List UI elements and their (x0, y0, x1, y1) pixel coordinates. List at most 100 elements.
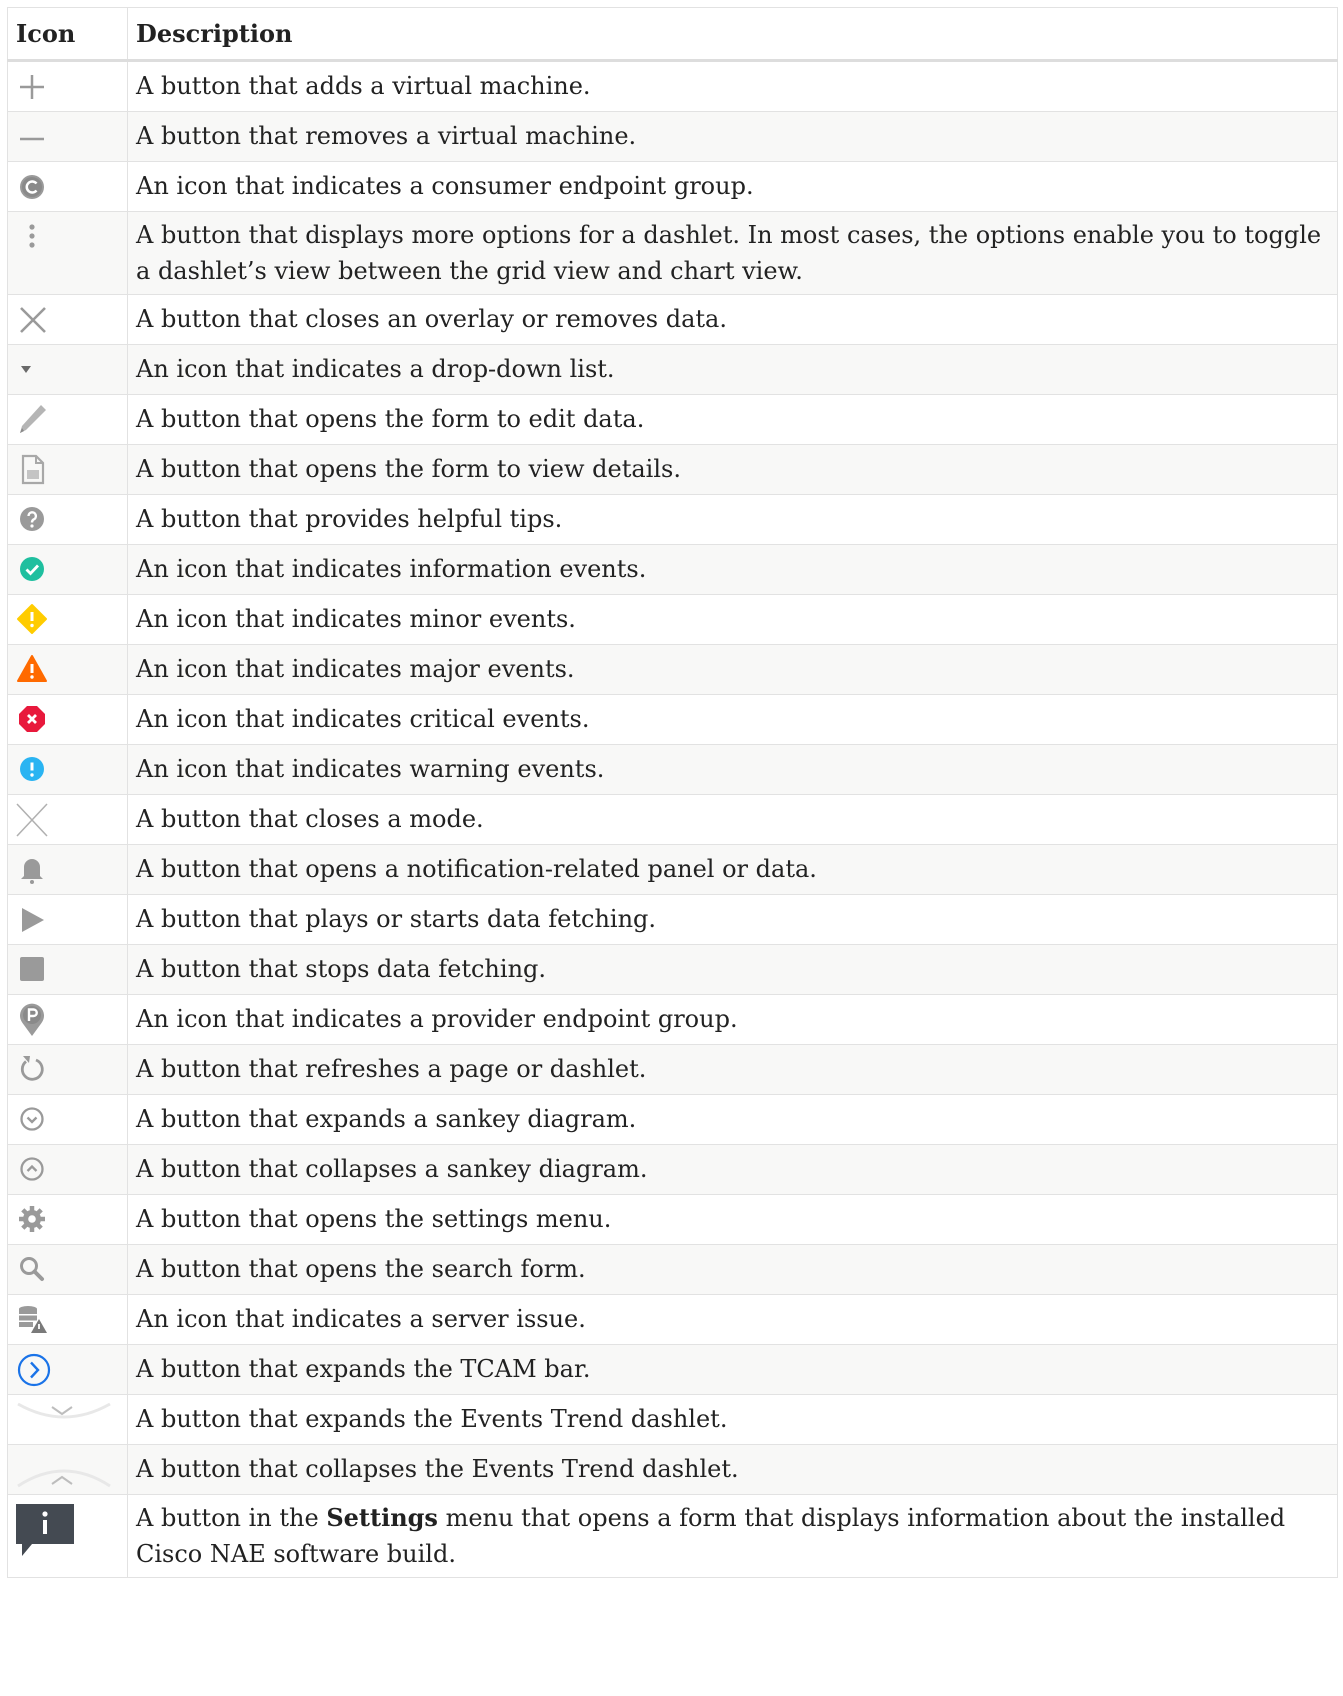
minor-diamond-icon (17, 603, 47, 634)
table-row: An icon that indicates a consumer endpoi… (7, 161, 1338, 212)
description-cell: A button that provides helpful tips. (127, 494, 1338, 545)
info-check-icon (20, 556, 44, 581)
description-cell: An icon that indicates major events. (127, 644, 1338, 695)
refresh-icon (20, 1055, 44, 1081)
search-icon (20, 1256, 44, 1281)
description-cell: An icon that indicates minor events. (127, 594, 1338, 645)
icon-cell (7, 744, 128, 795)
description-cell: A button that displays more options for … (127, 211, 1338, 295)
table-row: A button that opens the form to edit dat… (7, 394, 1338, 445)
table-row: A button that plays or starts data fetch… (7, 894, 1338, 945)
bell-icon (21, 858, 43, 884)
table-row: A button that provides helpful tips. (7, 494, 1338, 545)
description-cell: An icon that indicates a provider endpoi… (127, 994, 1338, 1045)
table-row: A button that expands a sankey diagram. (7, 1094, 1338, 1145)
icon-cell (7, 1344, 128, 1395)
server-issue-icon (19, 1305, 47, 1333)
table-row: A button that closes a mode. (7, 794, 1338, 845)
table-row: An icon that indicates warning events. (7, 744, 1338, 795)
icon-cell (7, 944, 128, 995)
table-row: An icon that indicates a drop-down list. (7, 344, 1338, 395)
icon-cell (7, 294, 128, 345)
icon-cell (7, 1194, 128, 1245)
description-cell: An icon that indicates a server issue. (127, 1294, 1338, 1345)
warning-exclamation-icon (20, 756, 44, 781)
icon-cell (7, 894, 128, 945)
description-cell: A button that expands a sankey diagram. (127, 1094, 1338, 1145)
description-cell: An icon that indicates critical events. (127, 694, 1338, 745)
table-row: A button that adds a virtual machine. (7, 60, 1338, 112)
table-row: A button that refreshes a page or dashle… (7, 1044, 1338, 1095)
table-row: An icon that indicates information event… (7, 544, 1338, 595)
description-cell: A button that removes a virtual machine. (127, 111, 1338, 162)
icon-reference-table: Icon Description A button that adds a vi… (7, 7, 1338, 1578)
icon-cell (7, 644, 128, 695)
icon-cell (7, 1494, 128, 1578)
critical-x-icon (19, 705, 45, 732)
icon-cell (7, 794, 128, 845)
description-cell: An icon that indicates a drop-down list. (127, 344, 1338, 395)
icon-cell (7, 394, 128, 445)
close-mode-icon (16, 802, 48, 837)
icon-cell (7, 1294, 128, 1345)
icon-cell (7, 161, 128, 212)
plus-icon (20, 74, 44, 99)
table-row: A button that opens a notification-relat… (7, 844, 1338, 895)
description-cell: A button that opens the form to edit dat… (127, 394, 1338, 445)
description-cell: A button that closes an overlay or remov… (127, 294, 1338, 345)
provider-pin-icon (20, 1003, 44, 1036)
table-row: A button that closes an overlay or remov… (7, 294, 1338, 345)
description-cell: A button that expands the Events Trend d… (127, 1394, 1338, 1445)
table-row: An icon that indicates critical events. (7, 694, 1338, 745)
more-options-icon (29, 224, 35, 248)
icon-cell (7, 1144, 128, 1195)
help-icon (20, 506, 44, 531)
icon-cell (7, 344, 128, 395)
column-header-description: Description (127, 7, 1338, 62)
table-row: A button that stops data fetching. (7, 944, 1338, 995)
table-row: A button that opens the form to view det… (7, 444, 1338, 495)
icon-cell (7, 111, 128, 162)
description-cell: A button that opens the form to view det… (127, 444, 1338, 495)
description-cell: A button that refreshes a page or dashle… (127, 1044, 1338, 1095)
icon-cell (7, 1094, 128, 1145)
stop-icon (20, 956, 44, 981)
table-row: A button that opens the search form. (7, 1244, 1338, 1295)
icon-cell (7, 494, 128, 545)
icon-cell (7, 1394, 128, 1445)
document-icon (21, 454, 45, 484)
collapse-circle-icon (20, 1156, 44, 1181)
table-row: An icon that indicates minor events. (7, 594, 1338, 645)
description-cell: An icon that indicates warning events. (127, 744, 1338, 795)
major-triangle-icon (17, 654, 47, 682)
expand-circle-icon (20, 1106, 44, 1131)
description-cell: An icon that indicates a consumer endpoi… (127, 161, 1338, 212)
table-row: A button in the Settings menu that opens… (7, 1494, 1338, 1578)
gear-icon (19, 1205, 45, 1232)
description-cell: A button that adds a virtual machine. (127, 60, 1338, 112)
icon-cell (7, 994, 128, 1045)
settings-menu-name: Settings (326, 1503, 438, 1532)
description-cell: A button that stops data fetching. (127, 944, 1338, 995)
icon-cell (7, 694, 128, 745)
icon-cell (7, 444, 128, 495)
column-header-icon: Icon (7, 7, 128, 62)
icon-cell (7, 544, 128, 595)
description-cell: A button in the Settings menu that opens… (127, 1494, 1338, 1578)
description-text: A button in the (136, 1504, 327, 1532)
description-cell: A button that closes a mode. (127, 794, 1338, 845)
description-cell: A button that collapses the Events Trend… (127, 1444, 1338, 1495)
consumer-c-icon (20, 174, 44, 199)
trend-collapse-icon (17, 1469, 111, 1487)
tcam-expand-icon (17, 1353, 51, 1386)
table-row: A button that removes a virtual machine. (7, 111, 1338, 162)
table-row: An icon that indicates major events. (7, 644, 1338, 695)
table-row: An icon that indicates a provider endpoi… (7, 994, 1338, 1045)
icon-cell (7, 1244, 128, 1295)
icon-cell (7, 1044, 128, 1095)
table-header-row: Icon Description (7, 7, 1338, 62)
description-cell: A button that opens the search form. (127, 1244, 1338, 1295)
icon-cell (7, 844, 128, 895)
pencil-icon (20, 404, 46, 433)
table-row: A button that expands the TCAM bar. (7, 1344, 1338, 1395)
